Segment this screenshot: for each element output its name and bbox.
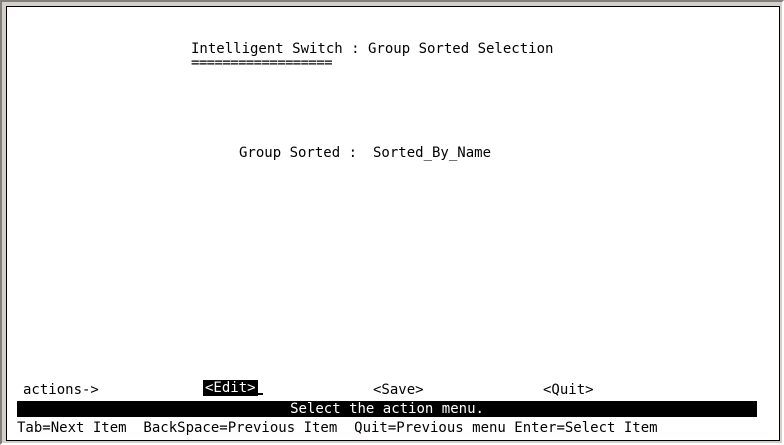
status-bar: Select the action menu.	[17, 401, 757, 417]
text-cursor	[253, 393, 263, 395]
group-sorted-value[interactable]: Sorted_By_Name	[373, 145, 491, 161]
actions-prompt: actions->	[23, 382, 99, 398]
title-underline: ==================	[191, 55, 333, 71]
edit-button[interactable]: <Edit>	[203, 380, 258, 396]
group-sorted-label: Group Sorted :	[239, 145, 358, 161]
terminal-window: Intelligent Switch : Group Sorted Select…	[0, 0, 784, 445]
save-button[interactable]: <Save>	[373, 382, 424, 398]
terminal-screen: Intelligent Switch : Group Sorted Select…	[6, 6, 780, 441]
help-line: Tab=Next Item BackSpace=Previous Item Qu…	[17, 420, 658, 436]
quit-button[interactable]: <Quit>	[543, 382, 594, 398]
